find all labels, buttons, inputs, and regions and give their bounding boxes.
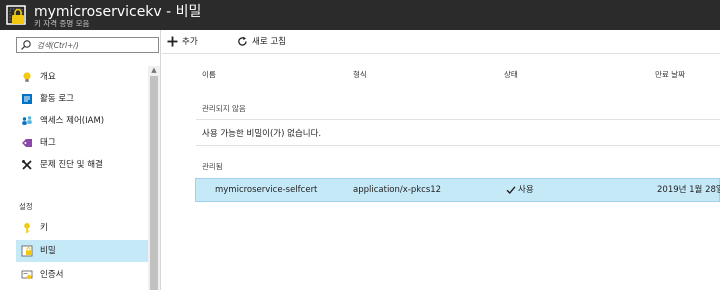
sidebar-item-label: 태그	[40, 138, 56, 148]
sidebar-item-secrets[interactable]: 비밀	[16, 240, 148, 262]
sidebar-item-label: 인증서	[40, 270, 64, 280]
access-control-users-icon	[22, 116, 32, 125]
sidebar-item-label: 활동 로그	[40, 94, 74, 104]
group-label-managed: 관리됨	[202, 162, 223, 171]
key-icon	[24, 223, 30, 233]
secret-type: application/x-pkcs12	[353, 185, 442, 195]
main-content: 추가 새로 고침 이름 형식 상태 만료 날짜 관리되지 않음 사용 가능한 비…	[162, 30, 720, 290]
divider	[196, 145, 720, 146]
refresh-icon	[238, 36, 247, 46]
check-icon	[506, 186, 516, 195]
group-label-unmanaged: 관리되지 않음	[202, 104, 246, 113]
search-input[interactable]	[37, 39, 155, 51]
column-header-name[interactable]: 이름	[202, 69, 216, 80]
sidebar-item-label: 비밀	[40, 246, 56, 256]
sidebar-item-label: 문제 진단 및 해결	[40, 160, 103, 170]
sidebar-item-keys[interactable]: 키	[16, 217, 148, 239]
sidebar-scrollbar[interactable]: ▲	[148, 66, 160, 290]
search-icon	[21, 40, 31, 50]
secret-status: 사용	[518, 185, 534, 195]
key-vault-icon	[6, 5, 26, 25]
add-button-label: 추가	[182, 37, 198, 47]
column-header-status[interactable]: 상태	[504, 69, 518, 80]
scroll-up-arrow-icon[interactable]: ▲	[150, 66, 158, 74]
column-header-type[interactable]: 형식	[353, 69, 367, 80]
sidebar-item-activity-log[interactable]: 활동 로그	[16, 88, 148, 110]
sidebar-item-tags[interactable]: 태그	[16, 132, 148, 154]
secret-name: mymicroservice-selfcert	[215, 185, 318, 195]
plus-icon	[167, 36, 178, 47]
toolbar: 추가 새로 고침	[162, 30, 720, 54]
column-header-expiration[interactable]: 만료 날짜	[655, 69, 685, 80]
sidebar-item-diagnose[interactable]: 문제 진단 및 해결	[16, 154, 148, 176]
secret-icon	[21, 245, 33, 257]
refresh-button[interactable]: 새로 고침	[237, 34, 327, 50]
title-bar: mymicroservicekv - 비밀 키 자격 증명 모음	[0, 0, 720, 30]
search-box[interactable]	[16, 37, 159, 53]
overview-bulb-icon	[23, 72, 31, 82]
tools-wrench-icon	[22, 160, 32, 170]
refresh-button-label: 새로 고침	[252, 37, 286, 47]
sidebar-item-overview[interactable]: 개요	[16, 66, 148, 88]
add-button[interactable]: 추가	[167, 34, 227, 50]
secret-expiration: 2019년 1월 28일	[657, 185, 720, 195]
certificate-icon	[21, 270, 33, 280]
sidebar-item-label: 개요	[40, 72, 56, 82]
sidebar-item-label: 액세스 제어(IAM)	[40, 116, 105, 126]
page-subtitle: 키 자격 증명 모음	[34, 19, 90, 28]
table-row[interactable]: mymicroservice-selfcert application/x-pk…	[195, 178, 720, 202]
sidebar-item-certificates[interactable]: 인증서	[16, 264, 148, 286]
scroll-thumb[interactable]	[150, 76, 158, 290]
sidebar-item-access-control[interactable]: 액세스 제어(IAM)	[16, 110, 148, 132]
empty-message: 사용 가능한 비밀이(가) 없습니다.	[202, 129, 322, 139]
section-label-settings: 설정	[19, 202, 33, 211]
divider	[196, 119, 720, 120]
activity-log-icon	[22, 94, 32, 104]
sidebar: 개요 활동 로그 액세스 제어(IAM) 태그 문	[0, 30, 161, 290]
tag-icon	[22, 139, 32, 147]
sidebar-item-label: 키	[40, 223, 48, 233]
